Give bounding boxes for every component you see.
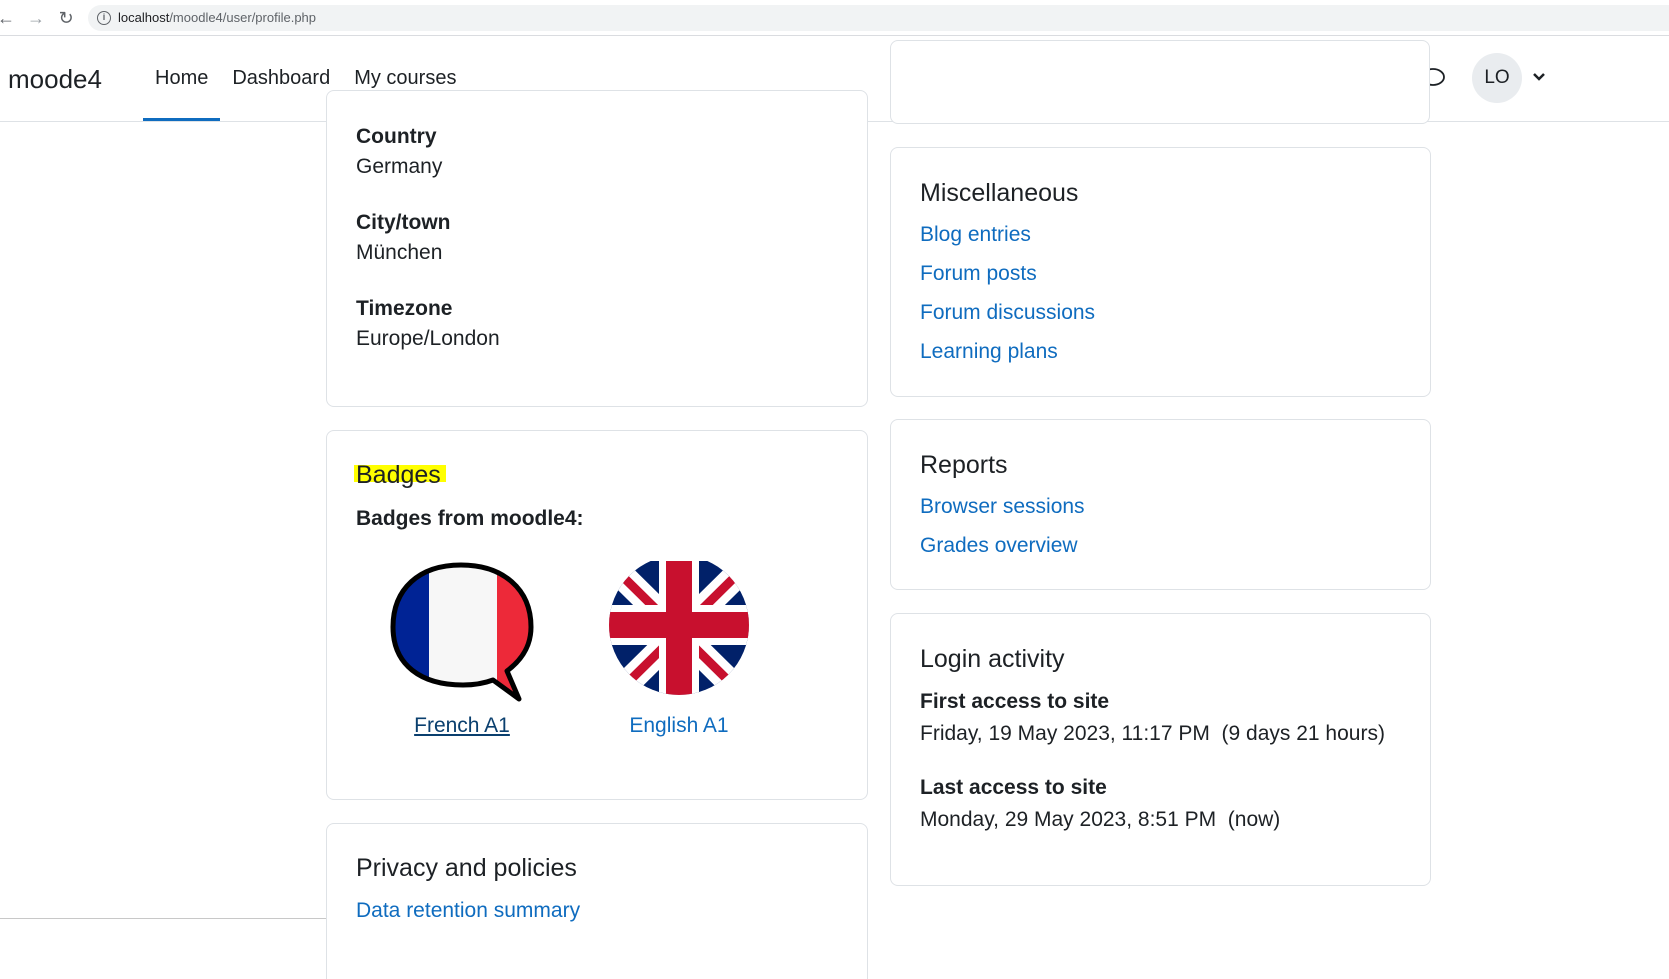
- union-jack-badge-icon[interactable]: [607, 555, 751, 703]
- back-arrow-icon[interactable]: ←: [0, 8, 16, 28]
- url-host: localhost: [118, 10, 170, 25]
- first-access-value: Friday, 19 May 2023, 11:17 PM (9 days 21…: [920, 722, 1385, 745]
- badge-english-a1[interactable]: English A1: [607, 555, 751, 738]
- field-label: City/town: [356, 211, 451, 234]
- badges-heading: Badges: [356, 461, 441, 489]
- badge-french-a1[interactable]: French A1: [389, 561, 535, 738]
- browser-sessions-link[interactable]: Browser sessions: [920, 495, 1085, 519]
- grades-overview-link[interactable]: Grades overview: [920, 534, 1078, 558]
- nav-home[interactable]: Home: [143, 36, 221, 122]
- url-path: /moodle4/user/profile.php: [169, 10, 317, 25]
- learning-plans-link[interactable]: Learning plans: [920, 340, 1058, 364]
- forum-discussions-link[interactable]: Forum discussions: [920, 301, 1095, 325]
- address-bar[interactable]: i localhost/moodle4/user/profile.php: [88, 5, 1669, 31]
- reload-icon[interactable]: ↻: [56, 8, 76, 28]
- user-details-card: Country Germany City/town München Timezo…: [326, 90, 868, 407]
- miscellaneous-heading: Miscellaneous: [920, 179, 1079, 207]
- field-label: Timezone: [356, 297, 453, 320]
- divider: [0, 918, 326, 919]
- field-country: Country Germany: [356, 125, 442, 179]
- url-text[interactable]: localhost/moodle4/user/profile.php: [118, 10, 316, 25]
- forum-posts-link[interactable]: Forum posts: [920, 262, 1037, 286]
- first-access-label: First access to site: [920, 690, 1110, 713]
- browser-toolbar: ← → ↻ i localhost/moodle4/user/profile.p…: [0, 0, 1669, 36]
- field-value: Europe/London: [356, 327, 500, 350]
- badges-card: Badges Badges from moodle4: French A1 En…: [326, 430, 868, 800]
- login-activity-card: Login activity First access to site Frid…: [890, 613, 1431, 886]
- privacy-heading: Privacy and policies: [356, 854, 577, 882]
- privacy-card: Privacy and policies Data retention summ…: [326, 823, 868, 979]
- last-access-label: Last access to site: [920, 776, 1107, 799]
- field-timezone: Timezone Europe/London: [356, 297, 500, 351]
- last-access-value: Monday, 29 May 2023, 8:51 PM (now): [920, 808, 1281, 831]
- badge-label[interactable]: English A1: [607, 714, 751, 738]
- forward-arrow-icon[interactable]: →: [26, 8, 46, 28]
- field-label: Country: [356, 125, 437, 148]
- info-icon[interactable]: i: [97, 11, 111, 25]
- previous-section-card: [890, 40, 1430, 124]
- french-flag-badge-icon[interactable]: [389, 561, 535, 703]
- field-city: City/town München: [356, 211, 451, 265]
- field-value: München: [356, 241, 443, 264]
- miscellaneous-card: Miscellaneous Blog entries Forum posts F…: [890, 147, 1431, 397]
- nav-dashboard[interactable]: Dashboard: [220, 36, 342, 122]
- field-value: Germany: [356, 155, 443, 178]
- badges-subtitle: Badges from moodle4:: [356, 507, 584, 530]
- chevron-down-icon[interactable]: [1532, 72, 1546, 82]
- site-brand[interactable]: moode4: [8, 64, 102, 95]
- user-avatar[interactable]: LO: [1472, 53, 1522, 103]
- data-retention-link[interactable]: Data retention summary: [356, 899, 580, 923]
- reports-heading: Reports: [920, 451, 1008, 479]
- reports-card: Reports Browser sessions Grades overview: [890, 419, 1431, 590]
- login-activity-heading: Login activity: [920, 645, 1065, 673]
- badge-label[interactable]: French A1: [389, 714, 535, 738]
- blog-entries-link[interactable]: Blog entries: [920, 223, 1031, 247]
